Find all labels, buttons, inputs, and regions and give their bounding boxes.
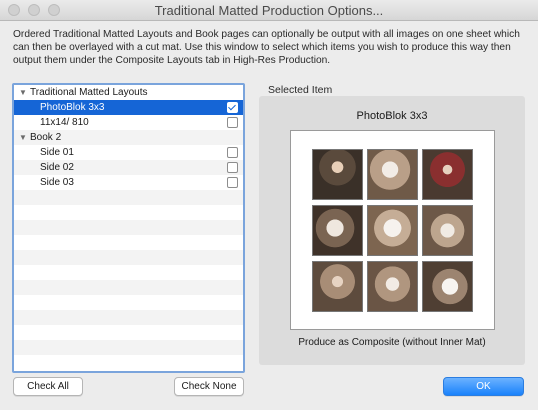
disclosure-triangle-icon[interactable]: ▼ (19, 130, 27, 145)
empty-row (14, 190, 243, 205)
tree-group-label: Traditional Matted Layouts (30, 87, 148, 98)
preview-photo (367, 261, 418, 312)
composite-preview (290, 130, 495, 330)
empty-row (14, 250, 243, 265)
tree-item-side-02[interactable]: Side 02 (14, 160, 243, 175)
instructions-text: Ordered Traditional Matted Layouts and B… (13, 29, 520, 66)
ok-button[interactable]: OK (443, 377, 524, 396)
empty-row (14, 220, 243, 235)
selected-item-section-label: Selected Item (268, 84, 333, 96)
tree-item-side-03[interactable]: Side 03 (14, 175, 243, 190)
preview-photo (422, 261, 473, 312)
preview-photo (312, 205, 363, 256)
tree-item-label: 11x14/ 810 (40, 117, 89, 128)
preview-photo (312, 149, 363, 200)
tree-item-label: Side 03 (40, 177, 74, 188)
item-checkbox[interactable] (227, 147, 238, 158)
empty-row (14, 280, 243, 295)
preview-photo (312, 261, 363, 312)
preview-photo (367, 205, 418, 256)
preview-photo (367, 149, 418, 200)
produce-as-composite-label: Produce as Composite (without Inner Mat) (298, 337, 486, 348)
item-checkbox[interactable] (227, 102, 238, 113)
window-title: Traditional Matted Production Options... (154, 3, 384, 18)
item-checkbox[interactable] (227, 117, 238, 128)
preview-photo (422, 205, 473, 256)
item-checkbox[interactable] (227, 177, 238, 188)
disclosure-triangle-icon[interactable]: ▼ (19, 85, 27, 100)
tree-item-label: Side 01 (40, 147, 74, 158)
title-bar: Traditional Matted Production Options... (0, 0, 538, 21)
selected-item-name: PhotoBlok 3x3 (356, 110, 428, 122)
empty-row (14, 340, 243, 355)
tree-item-label: Side 02 (40, 162, 74, 173)
check-none-button[interactable]: Check None (174, 377, 244, 396)
tree-item-side-01[interactable]: Side 01 (14, 145, 243, 160)
tree-group-traditional-matted[interactable]: ▼ Traditional Matted Layouts (14, 85, 243, 100)
tree-item-label: PhotoBlok 3x3 (40, 102, 105, 113)
tree-group-label: Book 2 (30, 132, 62, 143)
tree-group-book[interactable]: ▼ Book 2 (14, 130, 243, 145)
item-checkbox[interactable] (227, 162, 238, 173)
tree-item-11x14[interactable]: 11x14/ 810 (14, 115, 243, 130)
layout-tree-list[interactable]: ▼ Traditional Matted Layouts PhotoBlok 3… (12, 83, 245, 373)
preview-photo (422, 149, 473, 200)
tree-item-photoblok[interactable]: PhotoBlok 3x3 (14, 100, 243, 115)
empty-row (14, 310, 243, 325)
check-all-button[interactable]: Check All (13, 377, 83, 396)
